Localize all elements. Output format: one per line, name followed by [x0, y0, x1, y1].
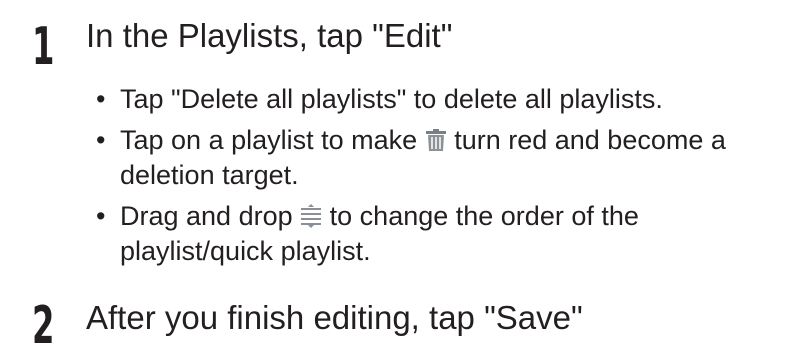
bullet-text-before: Tap on a playlist to make [120, 125, 418, 155]
list-item: • Drag and drop to change the order of t… [94, 199, 799, 269]
bullet-text-before: Drag and drop [120, 201, 293, 231]
bullet-text: Tap "Delete all playlists" to delete all… [120, 84, 663, 114]
trash-icon [425, 128, 447, 152]
bullet-marker: • [96, 125, 106, 155]
bullet-marker: • [96, 84, 106, 114]
step-1-bullets: • Tap "Delete all playlists" to delete a… [94, 82, 799, 275]
step-1-title: In the Playlists, tap "Edit" [86, 17, 453, 54]
list-item: • Tap "Delete all playlists" to delete a… [94, 82, 799, 117]
bullet-marker: • [96, 201, 106, 231]
list-item: • Tap on a playlist to make turn red and… [94, 123, 799, 193]
step-1-number: 1 [32, 17, 55, 77]
reorder-handle-icon [300, 204, 322, 228]
step-2-title: After you finish editing, tap "Save" [86, 299, 583, 336]
step-2-number: 2 [32, 296, 55, 356]
